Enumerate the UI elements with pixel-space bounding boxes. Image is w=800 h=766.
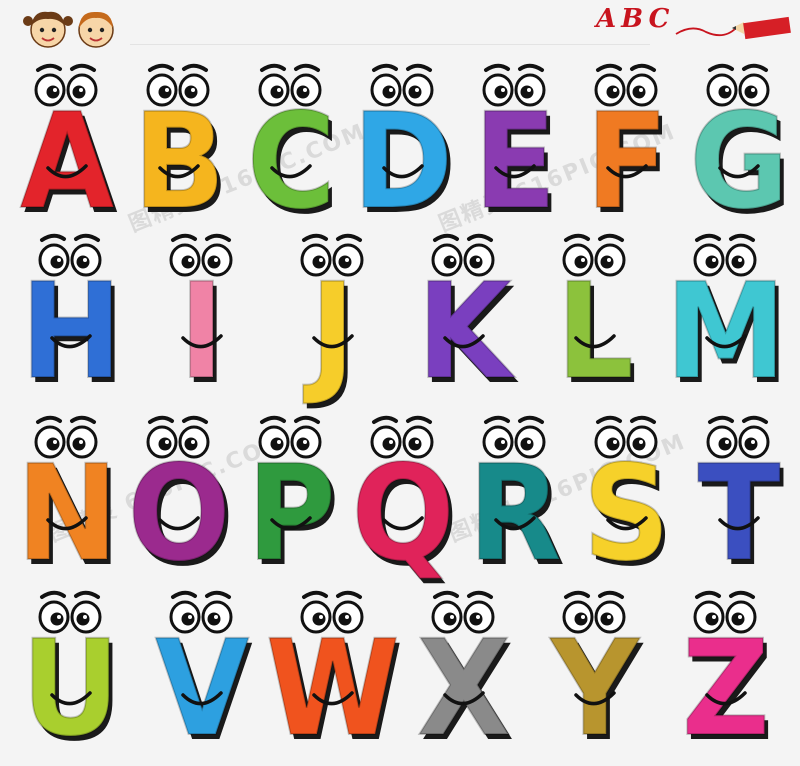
- letter-i: I: [137, 218, 267, 409]
- letter-glyph: Y: [550, 612, 640, 766]
- red-pencil-icon: [675, 16, 791, 40]
- letter-glyph: M: [665, 255, 788, 409]
- letter-glyph: C: [246, 85, 337, 239]
- letter-v: V: [137, 575, 267, 766]
- letter-z: Z: [661, 575, 791, 766]
- letter-glyph: O: [126, 437, 231, 591]
- letter-glyph: W: [265, 612, 401, 766]
- letter-glyph: E: [473, 85, 558, 239]
- letter-glyph: L: [555, 255, 634, 409]
- letter-glyph: N: [15, 437, 118, 591]
- letter-glyph: B: [132, 85, 226, 239]
- letter-glyph: K: [416, 255, 512, 409]
- letter-s: S: [562, 400, 692, 591]
- letter-glyph: I: [178, 255, 225, 409]
- letter-glyph: H: [19, 255, 122, 409]
- letter-q: Q: [338, 400, 468, 591]
- letter-glyph: U: [21, 612, 121, 766]
- letter-glyph: Q: [350, 437, 455, 591]
- letter-w: W: [265, 575, 401, 766]
- letter-p: P: [226, 400, 356, 591]
- letter-b: B: [114, 48, 244, 239]
- letter-j: J: [268, 218, 398, 409]
- letter-m: M: [661, 218, 791, 409]
- letter-o: O: [114, 400, 244, 591]
- letter-glyph: P: [246, 437, 337, 591]
- letter-f: F: [562, 48, 692, 239]
- letter-glyph: D: [352, 85, 455, 239]
- letter-a: A: [2, 48, 132, 239]
- letter-glyph: T: [697, 437, 782, 591]
- header-divider: [130, 44, 650, 45]
- letter-glyph: Z: [681, 612, 771, 766]
- letter-glyph: G: [688, 85, 790, 239]
- header: ABC: [0, 0, 800, 48]
- letter-x: X: [399, 575, 529, 766]
- letter-glyph: R: [467, 437, 562, 591]
- letter-d: D: [338, 48, 468, 239]
- letter-c: C: [226, 48, 356, 239]
- letter-glyph: S: [582, 437, 671, 591]
- letter-k: K: [399, 218, 529, 409]
- letter-l: L: [530, 218, 660, 409]
- letter-glyph: A: [19, 85, 115, 239]
- letter-glyph: V: [154, 612, 250, 766]
- abc-label: ABC: [596, 4, 675, 34]
- letter-n: N: [2, 400, 132, 591]
- letter-glyph: F: [585, 85, 670, 239]
- letter-g: G: [674, 48, 800, 239]
- letter-e: E: [450, 48, 580, 239]
- letter-r: R: [450, 400, 580, 591]
- kids-faces-icon: [23, 11, 114, 48]
- letter-t: T: [674, 400, 800, 591]
- letter-u: U: [6, 575, 136, 766]
- letter-glyph: X: [416, 612, 511, 766]
- letter-y: Y: [530, 575, 660, 766]
- letter-h: H: [6, 218, 136, 409]
- letter-glyph: J: [309, 255, 356, 409]
